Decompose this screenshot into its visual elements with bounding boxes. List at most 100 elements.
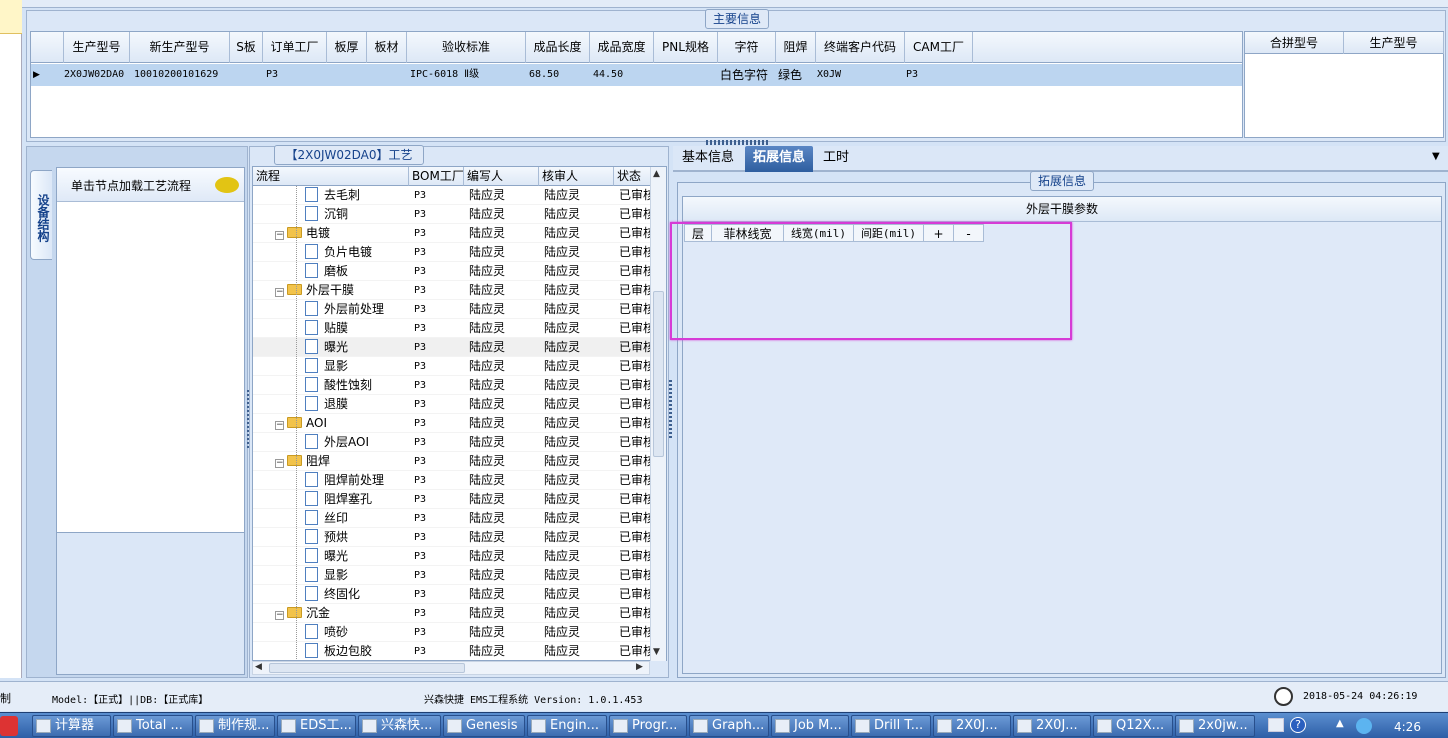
col-header[interactable]: BOM工厂 [409,167,464,186]
splitter-grip[interactable] [706,140,768,145]
taskbar-button[interactable]: 2x0jw... [1175,715,1255,737]
taskbar-button[interactable]: 兴森快... [358,715,441,737]
cell[interactable]: P3 [263,64,323,86]
cell[interactable]: IPC-6018 Ⅱ级 [407,64,526,86]
process-row[interactable]: 预烘 P3 陆应灵 陆应灵 已审核 [253,528,653,547]
taskbar-button[interactable]: 计算器 [32,715,111,737]
col-header[interactable]: S板 [230,32,263,63]
taskbar-button[interactable]: Genesis [443,715,525,737]
process-flow-tree[interactable]: 流程 BOM工厂 编写人 核审人 状态 去毛刺P3陆应灵陆应灵已审核沉铜P3陆应… [252,166,667,661]
collapse-toggle-icon[interactable]: − [275,231,284,240]
tray-app-icon[interactable] [1356,718,1372,734]
col-header[interactable]: 订单工厂 [263,32,327,63]
process-row[interactable]: 板边包胶 P3 陆应灵 陆应灵 已审核 [253,642,653,660]
process-row[interactable]: 负片电镀 P3 陆应灵 陆应灵 已审核 [253,243,653,262]
process-row[interactable]: − AOI P3 陆应灵 陆应灵 已审核 [253,414,653,433]
help-icon[interactable]: ? [1290,717,1306,733]
taskbar-button[interactable]: Total ... [113,715,193,737]
tab-basic-info[interactable]: 基本信息 [674,146,742,172]
taskbar-button[interactable]: 2X0J... [1013,715,1091,737]
process-row[interactable]: − 电镀 P3 陆应灵 陆应灵 已审核 [253,224,653,243]
process-row[interactable]: 喷砂 P3 陆应灵 陆应灵 已审核 [253,623,653,642]
scroll-left-icon[interactable]: ◀ [255,662,262,672]
table-row[interactable]: ▶ 2X0JW02DA0 10010200101629 P3 IPC-6018 … [31,64,1242,86]
scroll-up-icon[interactable]: ▲ [653,169,660,179]
keyboard-icon[interactable] [1268,718,1284,732]
col-header[interactable]: 生产型号 [1344,32,1444,54]
collapse-toggle-icon[interactable]: − [275,459,284,468]
col-header[interactable]: 阻焊 [776,32,816,63]
process-row[interactable]: 显影 P3 陆应灵 陆应灵 已审核 [253,566,653,585]
process-row[interactable]: 去毛刺 P3 陆应灵 陆应灵 已审核 [253,186,653,205]
taskbar-button[interactable]: Drill T... [851,715,931,737]
process-row[interactable]: 酸性蚀刻 P3 陆应灵 陆应灵 已审核 [253,376,653,395]
col-header[interactable]: 核审人 [539,167,614,186]
col-header[interactable]: 成品长度 [526,32,590,63]
tray-expand-icon[interactable]: ▲ [1336,718,1344,729]
equipment-structure-tab[interactable]: 设备结构 [30,170,52,260]
process-row[interactable]: 丝印 P3 陆应灵 陆应灵 已审核 [253,509,653,528]
taskbar-button[interactable]: EDS工... [277,715,356,737]
cell[interactable]: 44.50 [590,64,654,86]
taskbar-button[interactable]: Graph... [689,715,769,737]
cell[interactable]: X0JW [814,64,903,86]
tab-extended-info[interactable]: 拓展信息 [745,146,814,172]
scrollbar-thumb[interactable] [653,291,664,457]
col-header[interactable]: 验收标准 [407,32,526,63]
process-row[interactable]: 贴膜 P3 陆应灵 陆应灵 已审核 [253,319,653,338]
start-button[interactable] [0,716,18,736]
cell[interactable]: 68.50 [526,64,590,86]
tab-work-hours[interactable]: 工时 [815,146,857,172]
col-header[interactable]: 板材 [367,32,407,63]
tab-dropdown-icon[interactable]: ▼ [1432,151,1440,162]
process-row[interactable]: 磨板 P3 陆应灵 陆应灵 已审核 [253,262,653,281]
col-header[interactable]: 编写人 [464,167,539,186]
left-yellow-tab[interactable] [0,0,22,34]
cell[interactable]: 白色字符 [717,64,777,86]
taskbar-clock[interactable]: 4:26 [1394,720,1421,734]
collapse-toggle-icon[interactable]: − [275,288,284,297]
process-row[interactable]: 退膜 P3 陆应灵 陆应灵 已审核 [253,395,653,414]
process-row[interactable]: 曝光 P3 陆应灵 陆应灵 已审核 [253,547,653,566]
taskbar-button[interactable]: Engin... [527,715,607,737]
taskbar-button[interactable]: Progr... [609,715,687,737]
process-row[interactable]: 显影 P3 陆应灵 陆应灵 已审核 [253,357,653,376]
collapse-toggle-icon[interactable]: − [275,421,284,430]
col-header[interactable]: 流程 [253,167,409,186]
col-header[interactable]: 新生产型号 [130,32,230,63]
equipment-tree[interactable] [56,167,245,533]
col-header[interactable]: 终端客户代码 [816,32,905,63]
process-vertical-scrollbar[interactable]: ▲ ▼ [650,167,666,661]
cell[interactable]: 绿色 [775,64,815,86]
scroll-down-icon[interactable]: ▼ [653,647,660,657]
col-header[interactable]: 状态 [614,167,654,186]
cell[interactable]: P3 [903,64,971,86]
main-info-grid[interactable]: 生产型号 新生产型号 S板 订单工厂 板厚 板材 验收标准 成品长度 成品宽度 … [30,31,1243,138]
col-header[interactable]: PNL规格 [654,32,718,63]
process-row[interactable]: 外层AOI P3 陆应灵 陆应灵 已审核 [253,433,653,452]
process-row[interactable]: 阻焊前处理 P3 陆应灵 陆应灵 已审核 [253,471,653,490]
col-header[interactable]: 合拼型号 [1245,32,1344,54]
process-row[interactable]: 阻焊塞孔 P3 陆应灵 陆应灵 已审核 [253,490,653,509]
col-header[interactable]: 生产型号 [64,32,130,63]
hscrollbar-thumb[interactable] [269,663,465,673]
scroll-right-icon[interactable]: ▶ [636,662,643,672]
process-row[interactable]: 外层前处理 P3 陆应灵 陆应灵 已审核 [253,300,653,319]
cell[interactable]: 10010200101629 [131,64,231,86]
col-header[interactable]: 成品宽度 [590,32,654,63]
col-header[interactable]: 板厚 [327,32,367,63]
process-row[interactable]: − 外层干膜 P3 陆应灵 陆应灵 已审核 [253,281,653,300]
process-row[interactable]: 沉铜 P3 陆应灵 陆应灵 已审核 [253,205,653,224]
process-row[interactable]: − 沉金 P3 陆应灵 陆应灵 已审核 [253,604,653,623]
process-row[interactable]: 曝光 P3 陆应灵 陆应灵 已审核 [253,338,653,357]
taskbar-button[interactable]: Q12X... [1093,715,1173,737]
col-header[interactable]: CAM工厂 [905,32,973,63]
process-horizontal-scrollbar[interactable]: ◀ ▶ [252,661,650,675]
taskbar-button[interactable]: Job M... [771,715,849,737]
cell[interactable]: 2X0JW02DA0 [61,64,131,86]
taskbar-button[interactable]: 2X0J... [933,715,1011,737]
proc-splitter-grip[interactable] [669,380,672,440]
merge-model-grid[interactable]: 合拼型号 生产型号 [1244,31,1444,138]
taskbar-button[interactable]: 制作规... [195,715,275,737]
col-header[interactable]: 字符 [718,32,776,63]
